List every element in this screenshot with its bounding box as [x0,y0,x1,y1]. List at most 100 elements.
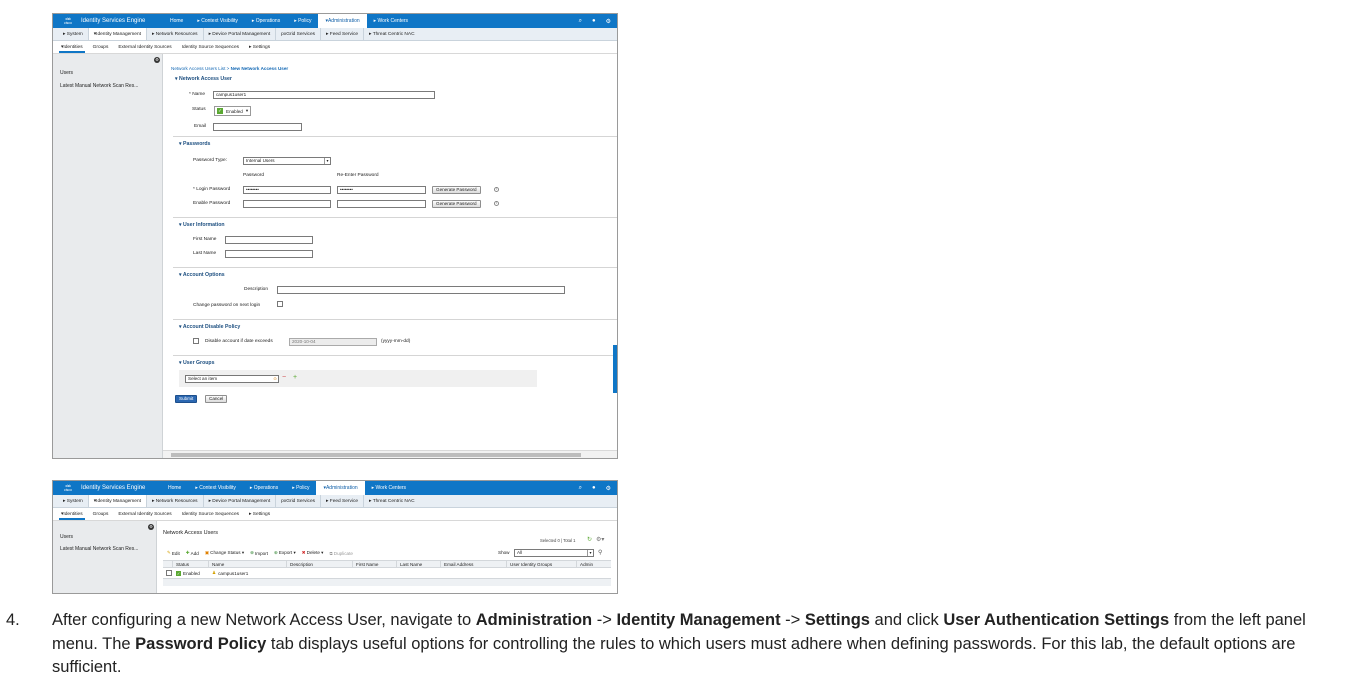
disable-account-checkbox[interactable] [193,338,199,344]
subnav-feed-service[interactable]: ▸ Feed Service [321,495,365,507]
tab-identity-source-sequences[interactable]: Identity Source Sequences [182,508,239,521]
panel-gear-icon[interactable]: ⚙ [148,524,154,530]
nav-administration[interactable]: ▾Administration [316,481,365,495]
subnav-system[interactable]: ▸ System [53,495,89,507]
horizontal-scrollbar[interactable] [163,450,617,458]
subnav-device-portal[interactable]: ▸ Device Portal Management [204,495,277,507]
info-icon[interactable]: i [494,201,499,206]
generate-enable-password-button[interactable]: Generate Password [432,200,481,208]
import-button[interactable]: ⊕ Import [250,550,268,556]
subnav-network-resources[interactable]: ▸ Network Resources [147,28,204,40]
table-row[interactable]: ✓ Enabled ♟ campus1user1 [163,568,611,578]
nav-administration[interactable]: ▾Administration [318,14,367,28]
duplicate-button[interactable]: ⧉ Duplicate [330,550,353,556]
nav-operations[interactable]: ▸ Operations [243,481,285,495]
panel-gear-icon[interactable]: ⚙ [154,57,160,63]
section-network-access-user[interactable]: Network Access User [175,76,232,82]
nav-context-visibility[interactable]: ▸ Context Visibility [190,14,245,28]
login-password-field[interactable]: •••••••• [243,186,331,194]
tab-identities[interactable]: ▾Identities [59,41,85,54]
export-button[interactable]: ⊕ Export ▾ [274,550,296,556]
nav-home[interactable]: Home [161,481,188,495]
subnav-identity-management[interactable]: ▾Identity Management [88,495,147,507]
description-field[interactable] [277,286,565,294]
left-item-users[interactable]: Users [60,70,73,76]
tab-identities[interactable]: ▾Identities [59,508,85,521]
subnav-identity-management[interactable]: ▾Identity Management [88,28,147,40]
add-icon[interactable]: + [293,374,297,381]
nav-home[interactable]: Home [163,14,190,28]
nav-context-visibility[interactable]: ▸ Context Visibility [188,481,243,495]
info-icon[interactable]: i [494,187,499,192]
enable-password-field[interactable] [243,200,331,208]
col-user-identity-groups[interactable]: User Identity Groups [507,561,577,567]
scroll-thumb[interactable] [171,453,581,457]
user-group-select[interactable]: Select an item ⊙ [185,375,279,383]
subnav-threat-centric[interactable]: ▸ Threat Centric NAC [364,28,420,40]
change-password-checkbox[interactable] [277,301,283,307]
delete-button[interactable]: ✖ Delete ▾ [302,550,324,556]
tab-identity-source-sequences[interactable]: Identity Source Sequences [182,41,239,54]
refresh-icon[interactable]: ↻ [587,536,592,543]
status-select[interactable]: ✓ Enabled ▾ [214,106,252,116]
nav-policy[interactable]: ▸ Policy [287,14,318,28]
name-field[interactable]: campus1user1 [213,91,435,99]
nav-work-centers[interactable]: ▸ Work Centers [365,481,413,495]
col-admin[interactable]: Admin [577,561,611,567]
edit-button[interactable]: ✎ Edit [167,550,180,556]
login-reenter-field[interactable]: •••••••• [337,186,426,194]
left-item-network-scan[interactable]: Latest Manual Network Scan Res... [60,546,138,552]
col-first-name[interactable]: First Name [353,561,397,567]
enable-reenter-field[interactable] [337,200,426,208]
row-name[interactable]: ♟ campus1user1 [209,568,287,578]
remove-icon[interactable]: − [282,374,286,381]
gear-icon[interactable]: ⚙ [606,485,611,492]
settings-icon[interactable]: ⚙▾ [596,536,604,543]
subnav-feed-service[interactable]: ▸ Feed Service [321,28,365,40]
gear-icon[interactable]: ⚙ [606,18,611,25]
password-type-select[interactable]: Internal Users ▾ [243,157,331,165]
help-icon[interactable]: ● [592,18,596,24]
subnav-pxgrid[interactable]: pxGrid Services [276,28,322,40]
subnav-pxgrid[interactable]: pxGrid Services [276,495,322,507]
nav-policy[interactable]: ▸ Policy [285,481,316,495]
nav-operations[interactable]: ▸ Operations [245,14,287,28]
filter-icon[interactable]: ⚲ [598,549,602,556]
col-description[interactable]: Description [287,561,353,567]
tab-groups[interactable]: Groups [93,508,109,521]
email-field[interactable] [213,123,302,131]
subnav-system[interactable]: ▸ System [53,28,89,40]
tab-external-identity-sources[interactable]: External Identity Sources [118,41,171,54]
add-button[interactable]: ✚ Add [186,550,199,556]
subnav-threat-centric[interactable]: ▸ Threat Centric NAC [364,495,420,507]
search-icon[interactable]: ⌕ [579,485,582,492]
tab-external-identity-sources[interactable]: External Identity Sources [118,508,171,521]
subnav-network-resources[interactable]: ▸ Network Resources [147,495,204,507]
change-status-button[interactable]: ▣ Change Status ▾ [205,550,244,556]
col-name[interactable]: Name [209,561,287,567]
vertical-scrollbar[interactable] [613,345,617,393]
show-filter-select[interactable]: All ▾ [514,549,594,557]
first-name-field[interactable] [225,236,313,244]
search-icon[interactable]: ⌕ [579,18,582,25]
last-name-field[interactable] [225,250,313,258]
tab-settings[interactable]: ▸ Settings [249,41,270,54]
help-icon[interactable]: ● [592,485,596,491]
section-account-disable-policy[interactable]: Account Disable Policy [179,324,240,330]
left-item-users[interactable]: Users [60,534,73,540]
subnav-device-portal[interactable]: ▸ Device Portal Management [204,28,277,40]
breadcrumb-link[interactable]: Network Access Users List > [171,66,229,71]
cancel-button[interactable]: Cancel [205,395,228,403]
section-user-information[interactable]: User Information [179,222,225,228]
submit-button[interactable]: Submit [175,395,198,403]
row-checkbox[interactable] [166,570,172,576]
disable-date-field[interactable]: 2020-10-04 [289,338,377,346]
section-user-groups[interactable]: User Groups [179,360,214,366]
col-email[interactable]: Email Address [441,561,507,567]
col-status[interactable]: Status [173,561,209,567]
col-last-name[interactable]: Last Name [397,561,441,567]
section-passwords[interactable]: Passwords [179,141,210,147]
tab-settings[interactable]: ▸ Settings [249,508,270,521]
nav-work-centers[interactable]: ▸ Work Centers [367,14,415,28]
generate-login-password-button[interactable]: Generate Password [432,186,481,194]
